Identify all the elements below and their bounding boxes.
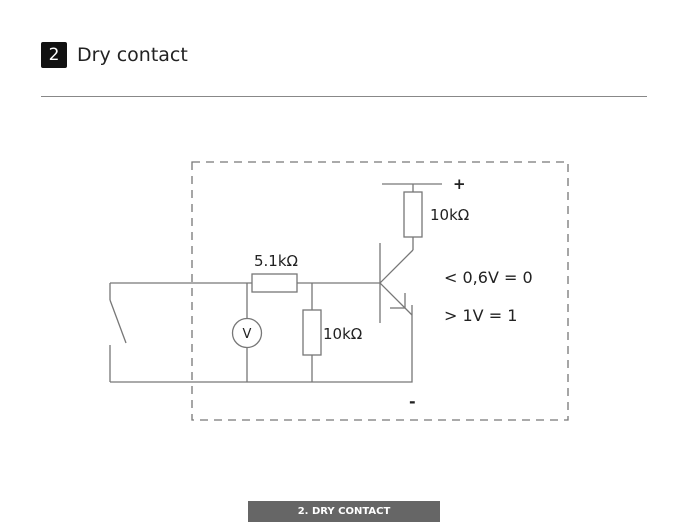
dry-contact-circuit: + 10kΩ 5.1kΩ 10kΩ V < 0,6V = 0 > 1V = 1 … bbox=[109, 161, 569, 421]
pullup-resistor-label: 10kΩ bbox=[430, 206, 469, 224]
npn-transistor bbox=[379, 243, 414, 323]
plus-label: + bbox=[453, 175, 466, 193]
resistor-series bbox=[251, 273, 298, 293]
voltmeter-label: V bbox=[243, 327, 252, 342]
resistor-shunt bbox=[302, 309, 322, 356]
logic-high-label: > 1V = 1 bbox=[444, 306, 517, 325]
footer-section-label: 2. DRY CONTACT bbox=[248, 501, 440, 522]
wire-bottom bbox=[110, 305, 413, 383]
shunt-resistor-label: 10kΩ bbox=[323, 325, 362, 343]
minus-label: - bbox=[409, 392, 416, 411]
dry-contact-switch bbox=[109, 283, 127, 382]
resistor-pullup bbox=[403, 191, 423, 238]
series-resistor-label: 5.1kΩ bbox=[254, 252, 298, 270]
logic-low-label: < 0,6V = 0 bbox=[444, 268, 533, 287]
